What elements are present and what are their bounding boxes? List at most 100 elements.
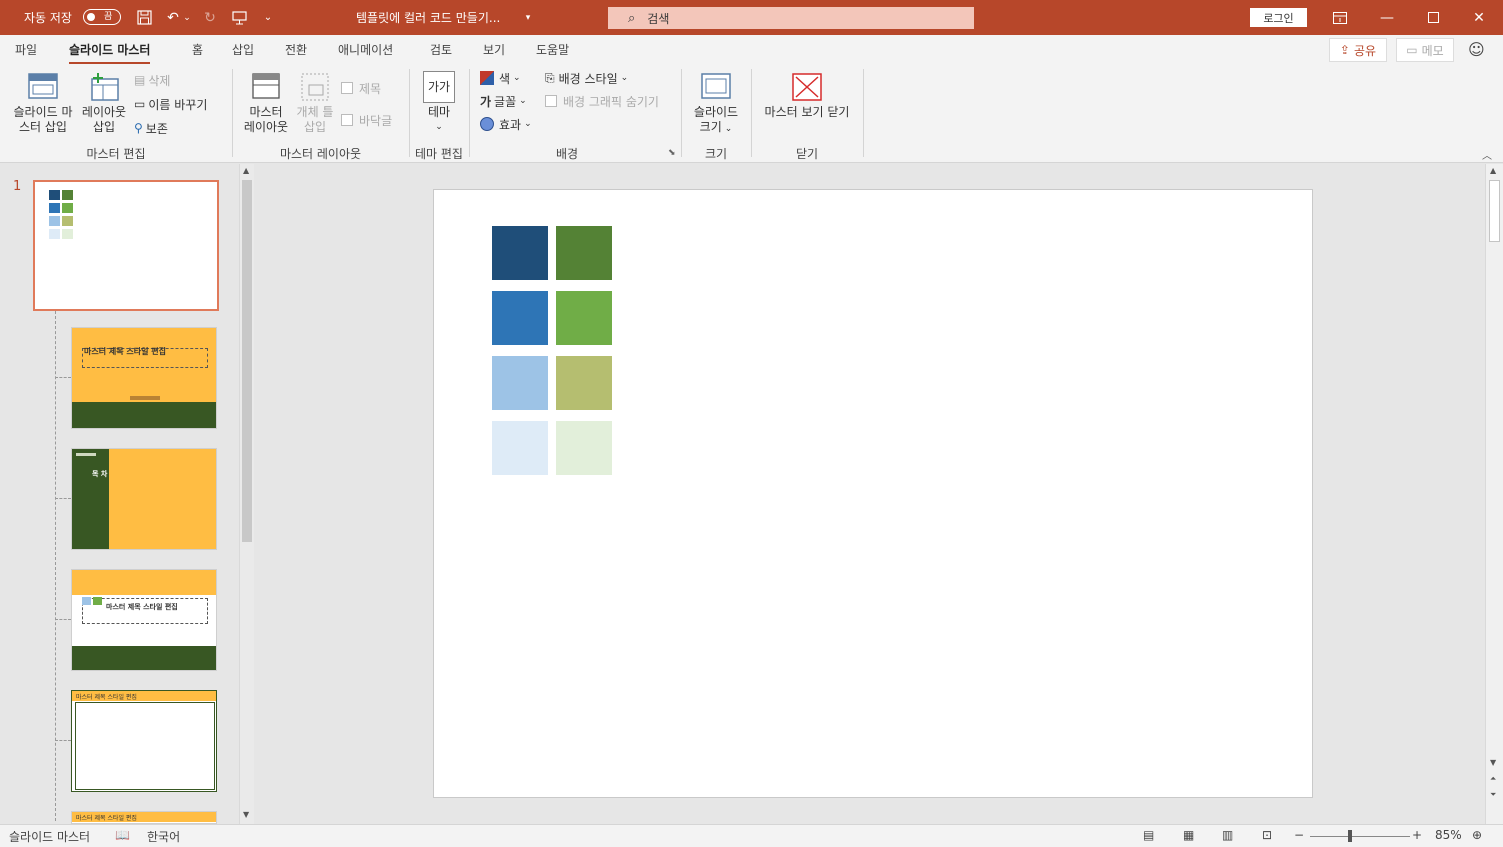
thumbnail-scroll-thumb[interactable] — [242, 180, 252, 542]
tab-view[interactable]: 보기 — [483, 41, 505, 58]
tab-home[interactable]: 홈 — [192, 41, 203, 58]
share-icon: ⇪ — [1339, 43, 1350, 57]
close-master-view-button[interactable]: 마스터 보기 닫기 — [758, 73, 856, 120]
group-label-close: 닫기 — [795, 147, 819, 161]
view-mode-label: 슬라이드 마스터 — [9, 830, 91, 844]
color-swatch-right-3[interactable] — [556, 356, 612, 410]
color-swatch-right-2[interactable] — [556, 291, 612, 345]
tab-animations[interactable]: 애니메이션 — [338, 41, 393, 58]
slide-editor — [259, 164, 1485, 824]
previous-slide-icon[interactable]: ⏶ — [1490, 774, 1496, 784]
master-layout-label-1: 마스터 — [249, 105, 283, 119]
preserve-label: 보존 — [145, 121, 168, 136]
tab-file[interactable]: 파일 — [15, 41, 37, 58]
next-slide-icon[interactable]: ⏷ — [1490, 790, 1496, 800]
customize-qat-icon[interactable]: ⌄ — [258, 0, 278, 35]
layout-thumbnail-toc[interactable]: 목 차 — [71, 448, 217, 550]
tab-transitions[interactable]: 전환 — [285, 41, 307, 58]
layout-thumbnail-partial[interactable]: 마스터 제목 스타일 편집 — [71, 811, 217, 824]
title-checkbox[interactable]: 제목 — [341, 79, 381, 97]
hide-background-checkbox[interactable]: 배경 그래픽 숨기기 — [545, 92, 659, 110]
autosave-toggle[interactable]: 끔 — [83, 9, 121, 25]
insert-slide-master-button[interactable]: 슬라이드 마 스터 삽입 — [8, 73, 78, 135]
tab-insert[interactable]: 삽입 — [232, 41, 254, 58]
group-label-master-layout: 마스터 레이아웃 — [279, 147, 362, 161]
save-icon[interactable] — [134, 0, 154, 35]
language-label[interactable]: 한국어 — [147, 828, 180, 845]
redo-icon[interactable]: ↻ — [200, 0, 220, 35]
tab-slide-master[interactable]: 슬라이드 마스터 — [69, 41, 151, 64]
login-button[interactable]: 로그인 — [1250, 8, 1307, 27]
master-layout-button[interactable]: 마스터 레이아웃 — [240, 73, 292, 135]
zoom-slider-thumb[interactable] — [1348, 830, 1352, 842]
comment-icon: ▭ — [1406, 43, 1418, 57]
group-label-theme-edit: 테마 편집 — [415, 147, 463, 161]
close-icon[interactable]: ✕ — [1456, 0, 1502, 35]
colors-icon — [480, 71, 494, 85]
notes-view-icon[interactable]: ▤ — [1143, 828, 1154, 842]
layout-thumbnail-title-only[interactable]: 마스터 제목 스타일 편집 — [71, 690, 217, 792]
background-styles-button[interactable]: ⎘ 배경 스타일 ⌄ — [545, 69, 628, 87]
insert-layout-button[interactable]: 레이아웃 삽입 — [78, 73, 130, 135]
effects-dropdown-icon: ⌄ — [524, 119, 532, 129]
slide-master-thumbnail[interactable] — [33, 180, 219, 311]
slide-size-button[interactable]: 슬라이드 크기 ⌄ — [688, 73, 744, 137]
layout-thumbnail-title-only-text: 마스터 제목 스타일 편집 — [76, 694, 137, 701]
themes-button[interactable]: 가가 테마 ⌄ — [416, 71, 462, 135]
editor-scroll-thumb[interactable] — [1489, 180, 1500, 242]
color-swatch-left-3[interactable] — [492, 356, 548, 410]
tab-help[interactable]: 도움말 — [536, 41, 569, 58]
effects-button[interactable]: 효과 ⌄ — [480, 115, 532, 133]
insert-placeholder-icon — [292, 73, 338, 105]
share-button[interactable]: ⇪ 공유 — [1329, 38, 1387, 62]
slide-canvas[interactable] — [433, 189, 1313, 798]
insert-placeholder-button[interactable]: 개체 틀 삽입 — [292, 73, 338, 135]
zoom-out-icon[interactable]: − — [1294, 828, 1304, 842]
comments-button[interactable]: ▭ 메모 — [1396, 38, 1454, 62]
insert-placeholder-label-1: 개체 틀 — [296, 105, 334, 119]
maximize-icon[interactable] — [1410, 0, 1456, 35]
background-styles-icon: ⎘ — [545, 70, 555, 85]
minimize-icon[interactable]: — — [1364, 0, 1410, 35]
undo-dropdown-icon[interactable]: ⌄ — [181, 0, 193, 35]
editor-scrollbar[interactable]: ▲ ▼ ⏶ ⏷ — [1485, 164, 1503, 824]
colors-button[interactable]: 색 ⌄ — [480, 69, 521, 87]
fit-to-window-icon[interactable]: ⊕ — [1472, 828, 1482, 842]
color-swatch-right-1[interactable] — [556, 226, 612, 280]
scroll-up-icon[interactable]: ▲ — [243, 166, 249, 175]
undo-icon[interactable]: ↶ — [163, 0, 183, 35]
title-dropdown-icon[interactable]: ▾ — [518, 0, 538, 35]
color-swatch-right-4[interactable] — [556, 421, 612, 475]
reading-view-icon[interactable]: ⊡ — [1262, 828, 1272, 842]
format-background-launcher-icon[interactable]: ⬊ — [668, 148, 676, 158]
delete-button[interactable]: ▤ 삭제 — [134, 71, 170, 89]
zoom-in-icon[interactable]: + — [1412, 828, 1422, 842]
editor-scroll-up-icon[interactable]: ▲ — [1490, 166, 1496, 175]
from-beginning-icon[interactable] — [229, 0, 249, 35]
color-swatch-left-4[interactable] — [492, 421, 548, 475]
footer-checkbox[interactable]: 바닥글 — [341, 111, 392, 129]
slide-sorter-icon[interactable]: ▥ — [1222, 828, 1233, 842]
normal-view-icon[interactable]: ▦ — [1183, 828, 1194, 842]
ribbon-display-icon[interactable] — [1317, 0, 1363, 35]
color-swatch-left-1[interactable] — [492, 226, 548, 280]
spellcheck-icon[interactable]: 📖 — [115, 828, 130, 842]
preserve-button[interactable]: ⚲ 보존 — [134, 119, 168, 137]
layout-thumbnail-content[interactable]: 마스터 제목 스타일 편집 — [71, 569, 217, 671]
color-swatch-left-2[interactable] — [492, 291, 548, 345]
collapse-ribbon-icon[interactable]: ︿ — [1482, 147, 1492, 162]
layout-thumbnail-title[interactable]: 마스터 제목 스타일 편집 — [71, 327, 217, 429]
thumbnail-scrollbar[interactable]: ▲ ▼ — [239, 164, 254, 824]
editor-scroll-down-icon[interactable]: ▼ — [1490, 758, 1496, 767]
zoom-level[interactable]: 85% — [1435, 828, 1462, 842]
zoom-slider[interactable] — [1310, 836, 1410, 837]
background-styles-dropdown-icon: ⌄ — [620, 73, 629, 83]
tab-review[interactable]: 검토 — [430, 41, 452, 58]
fonts-button[interactable]: 가 글꼴 ⌄ — [480, 92, 527, 110]
search-box[interactable]: ⌕ 검색 — [608, 7, 974, 29]
group-label-master-edit: 마스터 편집 — [86, 147, 146, 161]
feedback-smiley-icon[interactable]: ☺ — [1468, 40, 1485, 59]
scroll-down-icon[interactable]: ▼ — [243, 810, 249, 819]
insert-placeholder-label-2: 삽입 — [303, 120, 327, 134]
rename-button[interactable]: ▭ 이름 바꾸기 — [134, 95, 207, 113]
